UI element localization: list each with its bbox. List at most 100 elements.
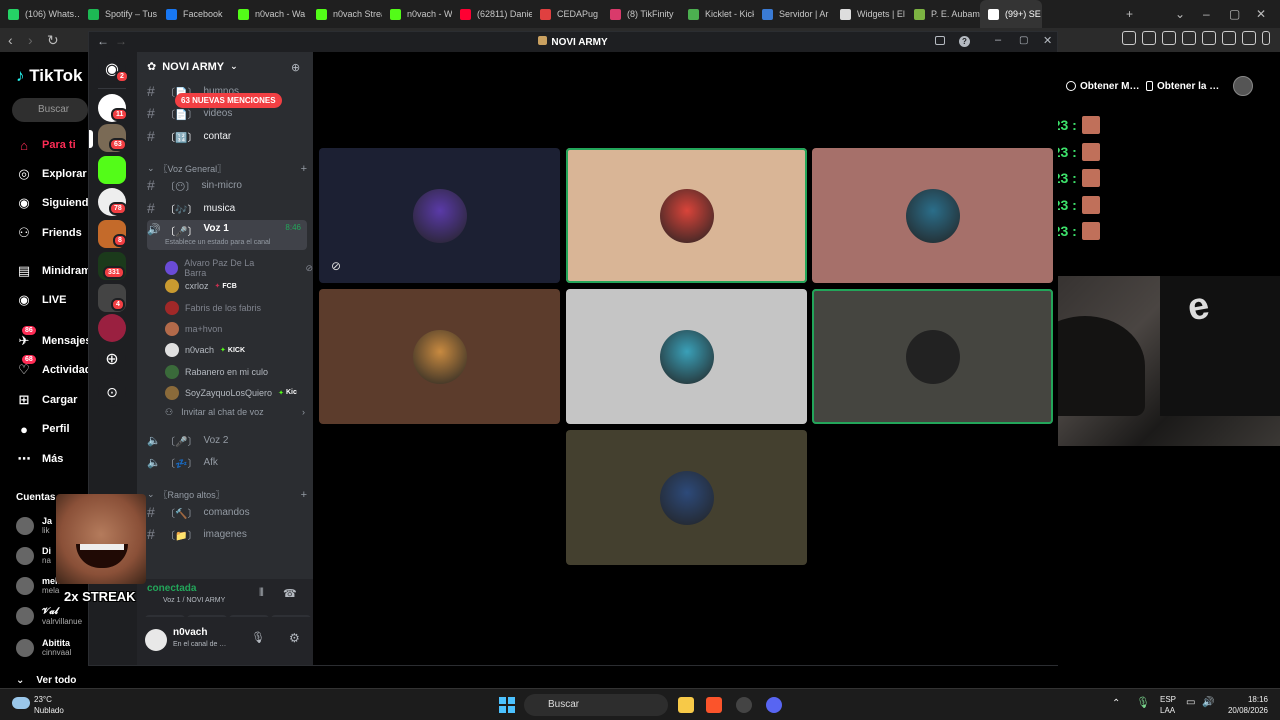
browser-tab[interactable]: (106) Whats… [0,0,80,28]
browser-tab[interactable]: (8) TikFinity [602,0,680,28]
add-channel-icon[interactable]: + [301,163,307,175]
browser-tab[interactable]: (62811) Danie [452,0,532,28]
app-icon[interactable] [736,697,752,713]
clock-date[interactable]: 20/08/2026 [1220,706,1268,716]
maximize-icon[interactable]: ▢ [1019,35,1028,46]
windows-start-icon[interactable] [499,697,515,713]
inbox-icon[interactable] [935,36,945,45]
keyboard-layout[interactable]: LAA [1160,706,1175,716]
brave-icon[interactable] [706,697,722,713]
mentions-pill[interactable]: 63 NUEVAS MENCIONES [175,93,282,108]
noise-suppression-icon[interactable]: ⦀ [259,587,264,600]
voice-channel-afk[interactable]: 🔈 〔💤〕 Afk [147,452,307,472]
get-app-button[interactable]: Obtener la … [1146,76,1219,96]
tiktok-nav-mensajes[interactable]: ✈ Mensajes 86 [16,326,92,349]
folder-icon[interactable] [678,697,694,713]
voice-user[interactable]: cxrloz ✦ FCB [165,279,237,294]
channel-comandos[interactable]: # 〔🔨〕 comandos [147,502,307,522]
voice-user[interactable]: Alvaro Paz De La Barra ⊘ [165,258,313,278]
volume-icon[interactable]: 🔊 [1202,698,1214,708]
server-icon-kick[interactable] [98,156,126,184]
weather-temp[interactable]: 23°C [34,695,52,705]
participant-tile[interactable] [812,289,1053,424]
channel-contar[interactable]: # 〔🔢〕 contar [147,126,307,146]
tiktok-nav-live[interactable]: ◉ LIVE [16,292,66,308]
browser-tab[interactable]: Servidor | Ar [754,0,832,28]
minimize-icon[interactable]: – [1203,0,1210,28]
sidebar-icon[interactable] [1182,31,1196,45]
voice-user[interactable]: n0vach ✦ KICK [165,343,245,358]
category-rango-altos[interactable]: ⌄ 〖Rango altos〗 + [147,488,307,501]
get-coins-button[interactable]: Obtener M… [1066,76,1139,96]
wallet-icon[interactable] [1202,31,1216,45]
maximize-icon[interactable]: ▢ [1229,0,1240,28]
add-member-icon[interactable]: ⊕ [291,61,300,74]
participant-tile[interactable] [566,289,807,424]
invite-voice-link[interactable]: ⚇ Invitar al chat de voz › [165,407,305,418]
forward-icon[interactable]: › [28,31,33,49]
voice-user[interactable]: Rabanero en mi culo [165,364,268,379]
browser-tab[interactable]: Spotify – Tus [80,0,158,28]
network-icon[interactable]: ▭ [1186,698,1195,708]
following-account[interactable]: Ja lik [16,516,52,535]
tiktok-search-input[interactable]: Buscar [12,98,88,122]
share-icon[interactable] [1162,31,1176,45]
help-icon[interactable]: ? [959,36,970,47]
following-account[interactable]: Abitita cinnvaal [16,638,71,657]
language-indicator[interactable]: ESP [1160,695,1176,705]
server-header[interactable]: ✿ NOVI ARMY ⌄ [147,60,238,74]
participant-tile[interactable] [812,148,1053,283]
tiktok-nav-perfil[interactable]: ● Perfil [16,421,69,437]
server-icon[interactable] [98,314,126,342]
tiktok-nav-friends[interactable]: ⚇ Friends [16,225,82,241]
browser-tab[interactable]: (99+) SE✕ [980,0,1042,28]
microphone-icon[interactable]: 🎙 [251,631,265,644]
browser-tab[interactable]: P. E. Aubame [906,0,980,28]
add-server-icon[interactable]: ⊕ [98,346,126,374]
reload-icon[interactable]: ↻ [47,31,59,49]
back-icon[interactable]: ‹ [8,31,13,49]
channel-imagenes[interactable]: # 〔📁〕 imagenes [147,524,307,544]
browser-tab[interactable]: n0vach - Wa [230,0,308,28]
tray-chevron-icon[interactable]: ⌃ [1112,699,1120,709]
browser-tab[interactable]: Widgets | El [832,0,906,28]
menu-icon[interactable] [1262,31,1270,45]
tiktok-nav-cargar[interactable]: ⊞ Cargar [16,392,78,408]
participant-tile[interactable]: ⊘ [319,148,560,283]
tiktok-nav-explorar[interactable]: ◎ Explorar [16,166,86,182]
following-account[interactable]: 𝓥𝓪𝓵 valrvillanue [16,606,82,626]
tiktok-nav-siguiendo[interactable]: ◉ Siguiendo [16,195,95,211]
discover-icon[interactable]: ⊙ [98,378,126,406]
tiktok-nav-actividad[interactable]: ♡ Actividad 68 [16,355,92,378]
disconnect-icon[interactable]: ☎ [283,587,297,600]
channel-status[interactable]: Establece un estado para el canal [165,239,270,246]
discord-icon[interactable] [766,697,782,713]
puzzle-icon[interactable] [1142,31,1156,45]
browser-tab[interactable]: n0vach Strea [308,0,382,28]
close-icon[interactable]: ✕ [1043,34,1052,47]
avatar[interactable] [145,629,167,651]
minimize-icon[interactable]: – [995,34,1001,46]
shield-icon[interactable] [1242,31,1256,45]
voice-location[interactable]: Voz 1 / NOVI ARMY [163,597,225,604]
weather-desc[interactable]: Nublado [34,706,64,716]
new-tab-button[interactable]: + [1126,0,1133,28]
participant-tile[interactable] [566,430,807,565]
voice-channel-voz-2[interactable]: 🔈 〔🎤〕 Voz 2 [147,430,307,450]
tiktok-logo[interactable]: ♪ TikTok [16,66,82,86]
gear-icon[interactable]: ⚙ [289,631,300,645]
see-all-link[interactable]: ⌄ Ver todo [16,675,76,686]
microphone-icon[interactable]: 🎙 [1136,698,1150,709]
following-account[interactable]: Di na [16,546,51,565]
browser-tab[interactable]: n0vach - Wa [382,0,452,28]
clock-time[interactable]: 18:16 [1228,695,1268,705]
add-channel-icon[interactable]: + [301,489,307,501]
voice-user[interactable]: SoyZayquoLosQuiero ✦ Kic [165,385,297,400]
tab-search-icon[interactable]: ⌄ [1175,0,1185,28]
channel-musica[interactable]: # 〔🎶〕 musica [147,198,307,218]
browser-tab[interactable]: CEDAPug [532,0,602,28]
browser-tab[interactable]: Facebook [158,0,230,28]
voice-user[interactable]: ma+hvon [165,321,222,336]
close-icon[interactable]: ✕ [1256,0,1266,28]
tiktok-avatar[interactable] [1233,76,1253,96]
